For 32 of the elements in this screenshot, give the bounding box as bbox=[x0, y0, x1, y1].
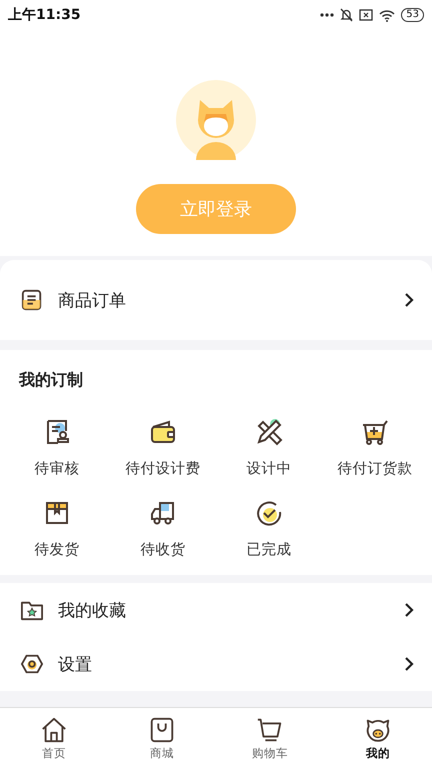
folder-star-icon bbox=[20, 599, 44, 621]
chevron-right-icon bbox=[404, 292, 414, 308]
row-label: 商品订单 bbox=[58, 290, 127, 312]
tab-item[interactable]: 我的 bbox=[324, 708, 432, 768]
status-shortcut[interactable]: 待付订货款 bbox=[322, 417, 428, 478]
chevron-right-icon bbox=[404, 656, 414, 672]
section-title: 我的订制 bbox=[19, 370, 84, 391]
more-dots-icon bbox=[320, 13, 334, 17]
tab-item[interactable]: 商城 bbox=[108, 708, 216, 768]
status-shortcut[interactable]: 待收货 bbox=[110, 498, 216, 559]
bell-muted-icon bbox=[340, 8, 354, 22]
document-icon bbox=[20, 289, 44, 311]
menu-row[interactable]: 我的收藏 bbox=[0, 583, 432, 637]
status-shortcut[interactable]: 已完成 bbox=[216, 498, 322, 559]
status-shortcut[interactable]: 待审核 bbox=[4, 417, 110, 478]
row-label: 我的收藏 bbox=[58, 600, 127, 622]
chevron-right-icon bbox=[404, 602, 414, 618]
status-shortcut[interactable]: 设计中 bbox=[216, 417, 322, 478]
menu-row[interactable]: 设置 bbox=[0, 637, 432, 691]
wifi-icon bbox=[379, 8, 396, 22]
sim-icon bbox=[359, 9, 374, 21]
shopping-bag-icon bbox=[148, 716, 176, 744]
gear-icon bbox=[20, 653, 44, 675]
battery-level: 53 bbox=[401, 8, 424, 22]
status-shortcut[interactable]: 待发货 bbox=[4, 498, 110, 559]
tab-item[interactable]: 购物车 bbox=[216, 708, 324, 768]
home-icon bbox=[40, 716, 68, 744]
tab-item[interactable]: 首页 bbox=[0, 708, 108, 768]
orders-row[interactable]: 商品订单 bbox=[0, 260, 432, 340]
status-shortcut[interactable]: 待付设计费 bbox=[110, 417, 216, 478]
status-time: 上午11:35 bbox=[8, 6, 81, 24]
row-label: 设置 bbox=[58, 654, 93, 676]
